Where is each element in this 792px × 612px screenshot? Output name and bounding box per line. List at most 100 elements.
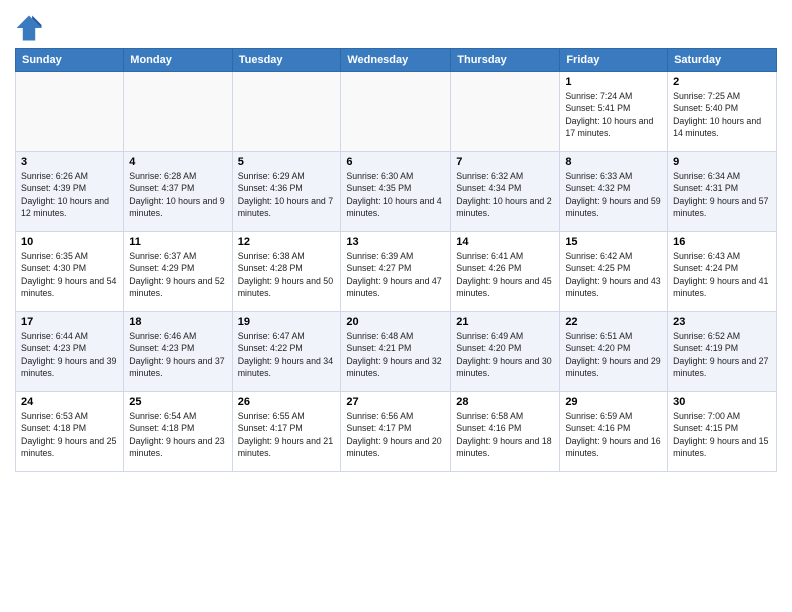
day-number: 20 <box>346 316 445 328</box>
calendar-cell-2-2: 12Sunrise: 6:38 AM Sunset: 4:28 PM Dayli… <box>232 232 341 312</box>
calendar-weekday-sunday: Sunday <box>16 49 124 72</box>
calendar-cell-0-4 <box>451 72 560 152</box>
day-number: 30 <box>673 396 771 408</box>
calendar-cell-1-2: 5Sunrise: 6:29 AM Sunset: 4:36 PM Daylig… <box>232 152 341 232</box>
day-number: 6 <box>346 156 445 168</box>
day-number: 9 <box>673 156 771 168</box>
calendar-cell-0-2 <box>232 72 341 152</box>
day-info: Sunrise: 6:52 AM Sunset: 4:19 PM Dayligh… <box>673 330 771 379</box>
day-number: 28 <box>456 396 554 408</box>
calendar-cell-1-5: 8Sunrise: 6:33 AM Sunset: 4:32 PM Daylig… <box>560 152 668 232</box>
day-number: 7 <box>456 156 554 168</box>
calendar-weekday-tuesday: Tuesday <box>232 49 341 72</box>
day-info: Sunrise: 6:54 AM Sunset: 4:18 PM Dayligh… <box>129 410 226 459</box>
day-info: Sunrise: 6:39 AM Sunset: 4:27 PM Dayligh… <box>346 250 445 299</box>
calendar-cell-1-0: 3 Sunrise: 6:26 AM Sunset: 4:39 PM Daylig… <box>16 152 124 232</box>
day-number: 16 <box>673 236 771 248</box>
day-info: Sunrise: 6:48 AM Sunset: 4:21 PM Dayligh… <box>346 330 445 379</box>
calendar-cell-0-5: 1 Sunrise: 7:24 AM Sunset: 5:41 PM Daylig… <box>560 72 668 152</box>
calendar-cell-1-3: 6 Sunrise: 6:30 AM Sunset: 4:35 PM Daylig… <box>341 152 451 232</box>
calendar-weekday-saturday: Saturday <box>668 49 777 72</box>
day-info: Sunrise: 6:56 AM Sunset: 4:17 PM Dayligh… <box>346 410 445 459</box>
day-number: 14 <box>456 236 554 248</box>
calendar-cell-0-3 <box>341 72 451 152</box>
calendar-cell-2-3: 13 Sunrise: 6:39 AM Sunset: 4:27 PM Dayli… <box>341 232 451 312</box>
calendar-weekday-monday: Monday <box>124 49 232 72</box>
day-number: 23 <box>673 316 771 328</box>
day-number: 11 <box>129 236 226 248</box>
page: SundayMondayTuesdayWednesdayThursdayFrid… <box>0 0 792 482</box>
calendar-cell-3-6: 23 Sunrise: 6:52 AM Sunset: 4:19 PM Dayli… <box>668 312 777 392</box>
day-number: 2 <box>673 76 771 88</box>
calendar-header-row: SundayMondayTuesdayWednesdayThursdayFrid… <box>16 49 777 72</box>
day-info: Sunrise: 6:34 AM Sunset: 4:31 PM Dayligh… <box>673 170 771 219</box>
day-info: Sunrise: 6:43 AM Sunset: 4:24 PM Dayligh… <box>673 250 771 299</box>
calendar-table: SundayMondayTuesdayWednesdayThursdayFrid… <box>15 48 777 472</box>
calendar-cell-2-6: 16 Sunrise: 6:43 AM Sunset: 4:24 PM Dayli… <box>668 232 777 312</box>
calendar-cell-2-1: 11 Sunrise: 6:37 AM Sunset: 4:29 PM Dayli… <box>124 232 232 312</box>
day-info: Sunrise: 7:24 AM Sunset: 5:41 PM Dayligh… <box>565 90 662 139</box>
calendar-cell-3-5: 22 Sunrise: 6:51 AM Sunset: 4:20 PM Dayli… <box>560 312 668 392</box>
day-info: Sunrise: 6:47 AM Sunset: 4:22 PM Dayligh… <box>238 330 336 379</box>
day-number: 13 <box>346 236 445 248</box>
calendar-cell-2-0: 10Sunrise: 6:35 AM Sunset: 4:30 PM Dayli… <box>16 232 124 312</box>
day-number: 21 <box>456 316 554 328</box>
day-info: Sunrise: 6:37 AM Sunset: 4:29 PM Dayligh… <box>129 250 226 299</box>
day-number: 1 <box>565 76 662 88</box>
calendar-cell-1-4: 7 Sunrise: 6:32 AM Sunset: 4:34 PM Daylig… <box>451 152 560 232</box>
day-number: 25 <box>129 396 226 408</box>
day-info: Sunrise: 6:59 AM Sunset: 4:16 PM Dayligh… <box>565 410 662 459</box>
calendar-cell-3-1: 18 Sunrise: 6:46 AM Sunset: 4:23 PM Dayli… <box>124 312 232 392</box>
day-info: Sunrise: 6:35 AM Sunset: 4:30 PM Dayligh… <box>21 250 118 299</box>
calendar-body: 1 Sunrise: 7:24 AM Sunset: 5:41 PM Daylig… <box>16 72 777 472</box>
day-number: 29 <box>565 396 662 408</box>
logo <box>15 14 47 42</box>
day-info: Sunrise: 7:25 AM Sunset: 5:40 PM Dayligh… <box>673 90 771 139</box>
day-number: 24 <box>21 396 118 408</box>
day-number: 19 <box>238 316 336 328</box>
day-info: Sunrise: 6:29 AM Sunset: 4:36 PM Dayligh… <box>238 170 336 219</box>
calendar-cell-4-5: 29 Sunrise: 6:59 AM Sunset: 4:16 PM Dayli… <box>560 392 668 472</box>
day-number: 18 <box>129 316 226 328</box>
calendar-cell-3-4: 21 Sunrise: 6:49 AM Sunset: 4:20 PM Dayli… <box>451 312 560 392</box>
calendar-week-row-2: 10Sunrise: 6:35 AM Sunset: 4:30 PM Dayli… <box>16 232 777 312</box>
calendar-cell-4-6: 30 Sunrise: 7:00 AM Sunset: 4:15 PM Dayli… <box>668 392 777 472</box>
calendar-cell-4-4: 28 Sunrise: 6:58 AM Sunset: 4:16 PM Dayli… <box>451 392 560 472</box>
day-number: 4 <box>129 156 226 168</box>
day-info: Sunrise: 6:55 AM Sunset: 4:17 PM Dayligh… <box>238 410 336 459</box>
day-info: Sunrise: 6:33 AM Sunset: 4:32 PM Dayligh… <box>565 170 662 219</box>
day-info: Sunrise: 6:51 AM Sunset: 4:20 PM Dayligh… <box>565 330 662 379</box>
day-number: 26 <box>238 396 336 408</box>
day-number: 3 <box>21 156 118 168</box>
calendar-cell-0-1 <box>124 72 232 152</box>
day-info: Sunrise: 6:41 AM Sunset: 4:26 PM Dayligh… <box>456 250 554 299</box>
day-number: 15 <box>565 236 662 248</box>
calendar-cell-0-0 <box>16 72 124 152</box>
day-number: 12 <box>238 236 336 248</box>
calendar-weekday-wednesday: Wednesday <box>341 49 451 72</box>
calendar-week-row-4: 24 Sunrise: 6:53 AM Sunset: 4:18 PM Dayli… <box>16 392 777 472</box>
day-info: Sunrise: 6:46 AM Sunset: 4:23 PM Dayligh… <box>129 330 226 379</box>
calendar-weekday-friday: Friday <box>560 49 668 72</box>
calendar-weekday-thursday: Thursday <box>451 49 560 72</box>
day-info: Sunrise: 6:32 AM Sunset: 4:34 PM Dayligh… <box>456 170 554 219</box>
day-info: Sunrise: 7:00 AM Sunset: 4:15 PM Dayligh… <box>673 410 771 459</box>
calendar-cell-4-1: 25 Sunrise: 6:54 AM Sunset: 4:18 PM Dayli… <box>124 392 232 472</box>
calendar-cell-2-4: 14 Sunrise: 6:41 AM Sunset: 4:26 PM Dayli… <box>451 232 560 312</box>
calendar-cell-2-5: 15 Sunrise: 6:42 AM Sunset: 4:25 PM Dayli… <box>560 232 668 312</box>
day-info: Sunrise: 6:58 AM Sunset: 4:16 PM Dayligh… <box>456 410 554 459</box>
calendar-week-row-0: 1 Sunrise: 7:24 AM Sunset: 5:41 PM Daylig… <box>16 72 777 152</box>
calendar-cell-4-2: 26 Sunrise: 6:55 AM Sunset: 4:17 PM Dayli… <box>232 392 341 472</box>
day-info: Sunrise: 6:49 AM Sunset: 4:20 PM Dayligh… <box>456 330 554 379</box>
day-info: Sunrise: 6:26 AM Sunset: 4:39 PM Dayligh… <box>21 170 118 219</box>
day-number: 17 <box>21 316 118 328</box>
day-number: 22 <box>565 316 662 328</box>
day-info: Sunrise: 6:30 AM Sunset: 4:35 PM Dayligh… <box>346 170 445 219</box>
day-info: Sunrise: 6:53 AM Sunset: 4:18 PM Dayligh… <box>21 410 118 459</box>
day-number: 27 <box>346 396 445 408</box>
calendar-cell-1-1: 4Sunrise: 6:28 AM Sunset: 4:37 PM Daylig… <box>124 152 232 232</box>
calendar-week-row-1: 3 Sunrise: 6:26 AM Sunset: 4:39 PM Daylig… <box>16 152 777 232</box>
day-info: Sunrise: 6:42 AM Sunset: 4:25 PM Dayligh… <box>565 250 662 299</box>
header <box>15 10 777 42</box>
calendar-cell-3-2: 19 Sunrise: 6:47 AM Sunset: 4:22 PM Dayli… <box>232 312 341 392</box>
